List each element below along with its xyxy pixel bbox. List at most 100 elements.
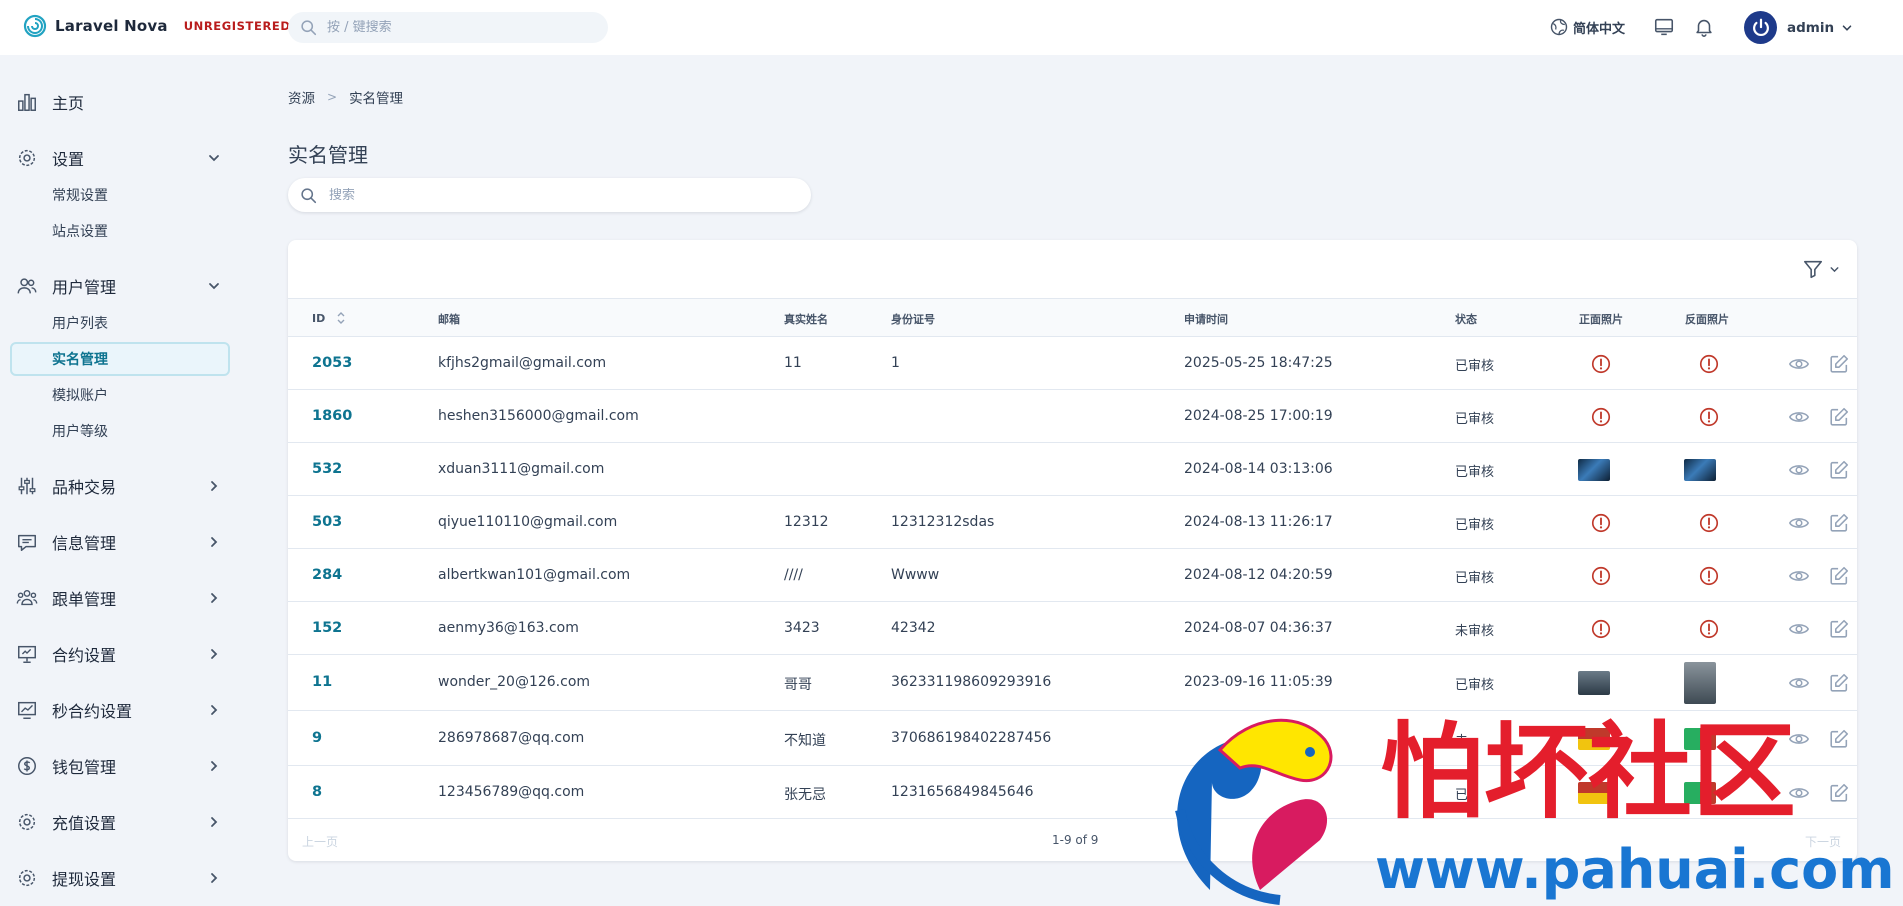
trend-chart-icon <box>18 701 36 719</box>
chevron-right-icon <box>211 705 218 715</box>
edit-icon[interactable] <box>1828 353 1850 375</box>
row-id-link[interactable]: 2053 <box>312 355 352 371</box>
col-status: 状态 <box>1455 313 1477 326</box>
dollar-icon <box>18 757 36 775</box>
avatar <box>1744 11 1777 44</box>
row-real-name: 不知道 <box>784 733 826 749</box>
row-apply-time: 2023-09-16 11:05:39 <box>1184 674 1333 690</box>
brand[interactable]: Laravel Nova UNREGISTERED <box>23 14 291 38</box>
search-icon <box>301 20 317 36</box>
row-id-link[interactable]: 8 <box>312 784 322 800</box>
row-status: 已审核 <box>1455 571 1495 586</box>
row-id-number: 42342 <box>891 620 936 636</box>
table-header: ID 邮箱 真实姓名 身份证号 申请时间 状态 正面照片 反面照片 <box>288 299 1857 337</box>
view-eye-icon[interactable] <box>1788 618 1810 640</box>
edit-icon[interactable] <box>1828 512 1850 534</box>
global-search[interactable] <box>288 12 608 43</box>
sidebar-item-trading[interactable]: 品种交易 <box>16 471 222 501</box>
edit-icon[interactable] <box>1828 459 1850 481</box>
sidebar-subitem-site-settings[interactable]: 站点设置 <box>52 221 108 241</box>
missing-image-icon <box>1699 619 1719 639</box>
language-label: 简体中文 <box>1573 21 1626 37</box>
sidebar-item-settings[interactable]: 设置 <box>16 143 222 173</box>
sidebar-subitem-user-level[interactable]: 用户等级 <box>52 421 108 441</box>
row-id-link[interactable]: 152 <box>312 620 342 636</box>
view-eye-icon[interactable] <box>1788 459 1810 481</box>
sidebar-item-label: 提现设置 <box>52 870 117 889</box>
sidebar-item-second-contract[interactable]: 秒合约设置 <box>16 695 222 725</box>
chevron-right-icon <box>211 481 218 491</box>
sidebar-subitem-demo-account[interactable]: 模拟账户 <box>52 385 108 405</box>
filter-icon <box>1803 260 1823 279</box>
edit-icon[interactable] <box>1828 565 1850 587</box>
sidebar-subitem-general-settings[interactable]: 常规设置 <box>52 185 108 205</box>
nova-logo-icon <box>23 14 47 38</box>
row-id-link[interactable]: 9 <box>312 730 322 746</box>
breadcrumb-root[interactable]: 资源 <box>288 87 315 107</box>
sidebar-item-home[interactable]: 主页 <box>16 87 222 117</box>
bell-icon[interactable] <box>1693 16 1715 38</box>
fish-logo-icon <box>1175 718 1333 905</box>
chevron-right-icon <box>211 873 218 883</box>
sidebar-item-wallet[interactable]: 钱包管理 <box>16 751 222 781</box>
col-real-name: 真实姓名 <box>784 313 828 326</box>
view-eye-icon[interactable] <box>1788 565 1810 587</box>
filter-button[interactable] <box>1802 258 1841 280</box>
missing-image-icon <box>1591 566 1611 586</box>
sidebar-item-contract-settings[interactable]: 合约设置 <box>16 639 222 669</box>
presentation-icon <box>18 645 36 663</box>
col-id-number: 身份证号 <box>891 313 935 326</box>
row-id-link[interactable]: 11 <box>312 674 332 690</box>
view-eye-icon[interactable] <box>1788 406 1810 428</box>
table-row: 503 qiyue110110@gmail.com 12312 12312312sda… <box>288 496 1857 549</box>
row-id-link[interactable]: 532 <box>312 461 342 477</box>
top-header: Laravel Nova UNREGISTERED 简体中文 admin <box>0 0 1903 55</box>
sidebar-item-withdraw-settings[interactable]: 提现设置 <box>16 863 222 893</box>
photo-thumbnail[interactable] <box>1684 459 1716 481</box>
prev-page-button[interactable]: 上一页 <box>302 833 338 850</box>
view-eye-icon[interactable] <box>1788 512 1810 534</box>
row-id-number: 370686198402287456 <box>891 730 1052 746</box>
missing-image-icon <box>1699 354 1719 374</box>
sidebar-item-user-management[interactable]: 用户管理 <box>16 271 222 301</box>
resource-search-input[interactable] <box>329 187 769 203</box>
missing-image-icon <box>1699 513 1719 533</box>
global-search-input[interactable] <box>327 20 587 35</box>
user-menu[interactable]: admin <box>1744 11 1854 44</box>
col-id[interactable]: ID <box>312 311 347 325</box>
missing-image-icon <box>1591 619 1611 639</box>
row-id-link[interactable]: 503 <box>312 514 342 530</box>
photo-thumbnail[interactable] <box>1578 459 1610 481</box>
watermark-url: www.pahuai.com <box>1375 838 1895 901</box>
sidebar-subitem-realname[interactable]: 实名管理 <box>10 342 230 376</box>
row-id-link[interactable]: 1860 <box>312 408 352 424</box>
sidebar-item-copy-trading[interactable]: 跟单管理 <box>16 583 222 613</box>
breadcrumb-current: 实名管理 <box>349 91 404 107</box>
row-real-name: 3423 <box>784 620 820 636</box>
resource-search[interactable] <box>288 178 811 212</box>
row-id-link[interactable]: 284 <box>312 567 342 583</box>
missing-image-icon <box>1699 407 1719 427</box>
row-status: 已审核 <box>1455 518 1495 533</box>
chevron-right-icon <box>211 593 218 603</box>
sidebar-item-messages[interactable]: 信息管理 <box>16 527 222 557</box>
missing-image-icon <box>1591 513 1611 533</box>
edit-icon[interactable] <box>1828 406 1850 428</box>
user-group-icon <box>16 589 38 606</box>
row-id-number: 1231656849845646 <box>891 784 1034 800</box>
message-icon <box>18 534 36 551</box>
sidebar-item-deposit-settings[interactable]: 充值设置 <box>16 807 222 837</box>
sort-icon[interactable] <box>335 311 347 325</box>
row-email: kfjhs2gmail@gmail.com <box>438 355 607 371</box>
language-switcher[interactable]: 简体中文 <box>1549 17 1625 37</box>
view-eye-icon[interactable] <box>1788 353 1810 375</box>
row-apply-time: 2024-08-25 17:00:19 <box>1184 408 1333 424</box>
col-front-photo: 正面照片 <box>1579 313 1623 326</box>
monitor-icon[interactable] <box>1653 16 1675 38</box>
sidebar-subitem-user-list[interactable]: 用户列表 <box>52 313 108 333</box>
edit-icon[interactable] <box>1828 618 1850 640</box>
search-icon <box>301 187 317 203</box>
sidebar-item-label: 信息管理 <box>52 534 117 553</box>
row-email: xduan3111@gmail.com <box>438 461 605 477</box>
table-row: 532 xduan3111@gmail.com 2024-08-14 03:13:0… <box>288 443 1857 496</box>
